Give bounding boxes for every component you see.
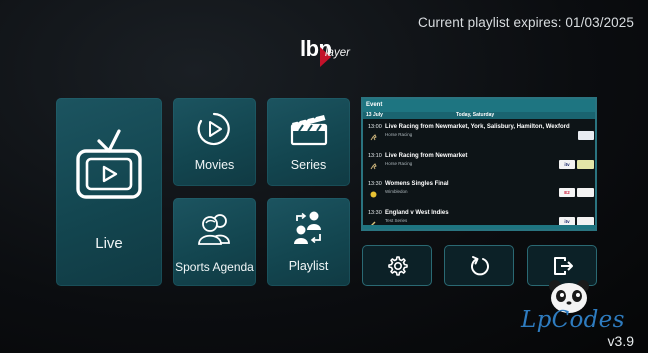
event-subtitle: Test Series [385,217,408,223]
event-date-bar: 13 July Today, Saturday [363,112,595,119]
schedule-footer-bar [363,225,595,229]
event-row[interactable]: 13:10 Live Racing from Newmarket Horse R… [363,148,595,177]
event-schedule-panel[interactable]: Event 13 July Today, Saturday 13:00 Live… [361,97,597,231]
event-title: Womens Singles Final [385,181,449,187]
horse-racing-icon [370,162,377,169]
live-tile[interactable]: Live [56,98,162,286]
event-title: England v West Indies [385,209,449,216]
user-switch-icon [294,211,321,244]
channel-logo [577,159,594,169]
clapperboard-icon [290,112,328,146]
event-subtitle: Wimbledon [385,189,408,194]
event-subtitle: Horse Racing [385,160,413,166]
event-time: 13:30 [368,209,382,216]
people-icon [198,214,230,245]
app-logo: lbp layer [298,36,362,68]
tv-icon [76,129,142,199]
channel-logo-e2: E2 [559,188,575,197]
event-day: Today, Saturday [456,112,495,118]
event-title: Live Racing from Newmarket, York, Salisb… [385,124,570,130]
movies-label: Movies [194,158,235,172]
series-label: Series [290,158,327,172]
event-subtitle: Horse Racing [385,132,413,137]
channel-logo-itv: itv [559,159,575,169]
horse-racing-icon [370,134,377,141]
event-row[interactable]: 13:30 Womens Singles Final Wimbledon E2 [363,176,595,205]
tennis-ball-icon [370,191,377,198]
movies-tile[interactable]: Movies [173,98,256,186]
play-circle-icon [197,112,230,146]
event-time: 13:30 [368,181,382,187]
exit-icon [554,257,573,275]
logo-player: layer [325,47,350,59]
series-tile[interactable]: Series [267,98,350,186]
sports-agenda-tile[interactable]: Sports Agenda [173,198,256,286]
event-title: Live Racing from Newmarket [385,152,468,159]
playlist-tile[interactable]: Playlist [267,198,350,286]
channel-logo [578,131,594,140]
event-header: Event [363,99,595,112]
playlist-label: Playlist [288,259,329,273]
channel-logo [577,188,594,197]
version-label: v3.9 [607,333,634,349]
event-time: 13:00 [368,124,382,130]
event-row[interactable]: 13:00 Live Racing from Newmarket, York, … [363,119,595,148]
event-time: 13:10 [368,152,382,159]
watermark-text: LpCodes [521,307,625,333]
gear-icon [388,256,408,276]
refresh-icon [471,256,489,276]
playlist-expiry-text: Current playlist expires: 01/03/2025 [418,15,634,30]
settings-button[interactable] [362,245,432,286]
sports-agenda-label: Sports Agenda [175,260,254,274]
refresh-button[interactable] [444,245,514,286]
live-label: Live [95,235,123,252]
event-date: 13 July [366,112,383,118]
